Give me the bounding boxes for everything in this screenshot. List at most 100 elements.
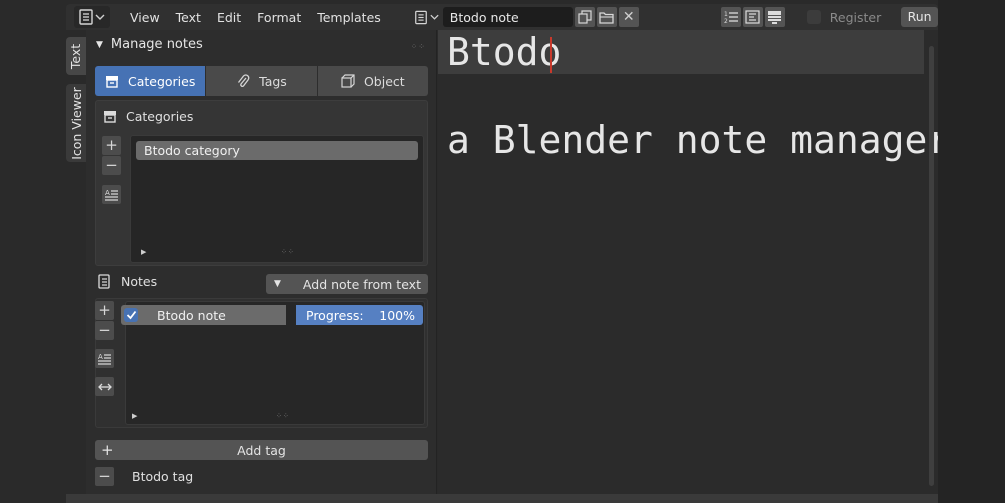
copy-icon [578, 10, 592, 24]
box-icon [105, 75, 118, 88]
tab-tags-label: Tags [259, 73, 287, 89]
svg-text:2: 2 [724, 18, 728, 24]
menu-view[interactable]: View [122, 10, 168, 25]
move-note-button[interactable] [95, 377, 114, 396]
chevron-down-icon [430, 14, 439, 20]
arrows-horizontal-icon [97, 383, 112, 390]
note-row[interactable]: Btodo note [121, 305, 286, 325]
svg-text:1: 1 [724, 11, 728, 18]
remove-tag-button[interactable]: − [95, 467, 114, 486]
box-icon [104, 111, 116, 123]
word-wrap-icon [745, 10, 760, 24]
toggle-line-numbers[interactable]: 12 [720, 7, 741, 27]
tab-object[interactable]: Object [317, 66, 428, 96]
panel-title: Manage notes [110, 37, 203, 52]
tag-name: Btodo tag [132, 469, 194, 484]
text-datablock-selector: Btodo note ✕ [411, 7, 639, 27]
tab-tags[interactable]: Tags [206, 66, 317, 96]
drag-handle-icon[interactable]: ⁘⁘ [411, 42, 426, 51]
editor-line-1: Btodo [447, 30, 562, 74]
tab-categories[interactable]: Categories [95, 66, 206, 96]
resize-grip-icon[interactable]: ⁘⁘ [276, 412, 290, 420]
tab-icon-viewer[interactable]: Icon Viewer [66, 84, 86, 162]
register-checkbox[interactable] [806, 10, 821, 24]
text-name-field[interactable]: Btodo note [442, 7, 573, 27]
notes-title: Notes [121, 274, 158, 289]
list-item[interactable]: Btodo category [136, 141, 418, 160]
open-text-button[interactable] [596, 7, 617, 27]
tab-object-label: Object [363, 73, 405, 89]
header-menu: View Text Edit Format Templates [122, 10, 389, 25]
tab-text-label: Text [68, 43, 84, 69]
editor-scrollbar[interactable] [929, 46, 934, 486]
add-note-from-text-button[interactable]: ▼ Add note from text [266, 274, 428, 294]
dropdown-triangle-icon: ▼ [274, 279, 281, 289]
note-done-checkbox[interactable] [124, 308, 138, 322]
panel-header[interactable]: ▼ Manage notes [96, 37, 203, 52]
remove-note-button[interactable]: − [95, 321, 114, 340]
toggle-syntax-highlight[interactable] [764, 7, 785, 27]
note-progress-field[interactable]: Progress: 100% [296, 305, 423, 325]
resize-grip-icon[interactable]: ⁘⁘ [281, 248, 295, 256]
add-tag-button[interactable]: + Add tag [95, 440, 428, 460]
text-datablock-icon [414, 10, 427, 24]
category-details-button[interactable]: A [102, 185, 121, 204]
tab-icon-viewer-label: Icon Viewer [68, 86, 84, 160]
paperclip-icon [238, 73, 250, 87]
note-details-button[interactable]: A [95, 349, 114, 368]
menu-edit[interactable]: Edit [209, 10, 249, 25]
text-list-icon: A [105, 189, 118, 201]
toggle-word-wrap[interactable] [742, 7, 763, 27]
close-icon: ✕ [622, 9, 635, 25]
categories-subpanel: Categories + − A Btodo category ▶ ⁘⁘ [95, 100, 428, 266]
run-script-button[interactable]: Run Script [901, 7, 938, 44]
add-category-button[interactable]: + [102, 136, 121, 155]
text-list-icon: A [98, 353, 111, 365]
categories-list: Btodo category ▶ ⁘⁘ [130, 135, 424, 263]
plus-icon: + [105, 136, 118, 154]
line-numbers-icon: 12 [724, 11, 738, 24]
cube-icon [341, 74, 355, 88]
add-note-button[interactable]: + [95, 301, 114, 320]
minus-icon: − [98, 467, 111, 485]
register-toggle[interactable]: Register [806, 9, 882, 25]
filter-expand-icon[interactable]: ▶ [141, 248, 146, 256]
tab-text[interactable]: Text [66, 37, 86, 75]
note-name: Btodo note [157, 307, 226, 323]
text-editor-header: View Text Edit Format Templates Btodo no… [66, 4, 938, 44]
register-label: Register [829, 9, 882, 25]
menu-format[interactable]: Format [249, 10, 309, 25]
unlink-text-button[interactable]: ✕ [618, 7, 639, 27]
browse-text-dropdown[interactable] [411, 7, 443, 27]
svg-text:A: A [105, 189, 110, 197]
chevron-down-icon [95, 14, 105, 20]
right-edge [938, 0, 1005, 503]
editor-type-selector[interactable] [74, 6, 110, 28]
duplicate-text-button[interactable] [574, 7, 595, 27]
progress-label: Progress: [306, 307, 364, 323]
categories-title: Categories [126, 109, 194, 124]
categories-header: Categories [103, 109, 193, 124]
collapse-triangle-icon: ▼ [96, 39, 103, 50]
bottom-edge [66, 494, 938, 503]
panel-tabs: Categories Tags Object [95, 66, 428, 96]
editor-line-2: a Blender note manager. [447, 118, 974, 162]
minus-icon: − [98, 321, 111, 339]
checkmark-icon [126, 310, 136, 320]
notes-header: Notes [97, 274, 157, 289]
menu-templates[interactable]: Templates [309, 10, 389, 25]
text-cursor [550, 37, 552, 73]
minus-icon: − [105, 156, 118, 174]
tag-row: − Btodo tag [95, 467, 193, 486]
remove-category-button[interactable]: − [102, 156, 121, 175]
svg-text:A: A [98, 353, 103, 361]
text-editor-icon [79, 9, 93, 25]
syntax-highlight-icon [768, 11, 782, 24]
filter-expand-icon[interactable]: ▶ [132, 412, 137, 420]
plus-icon: + [98, 301, 111, 319]
menu-text[interactable]: Text [168, 10, 209, 25]
tab-categories-label: Categories [127, 73, 196, 89]
text-editor-area[interactable]: Btodo a Blender note manager. [438, 30, 973, 494]
display-toggles: 12 [719, 7, 785, 27]
add-note-from-text-label: Add note from text [302, 276, 421, 292]
